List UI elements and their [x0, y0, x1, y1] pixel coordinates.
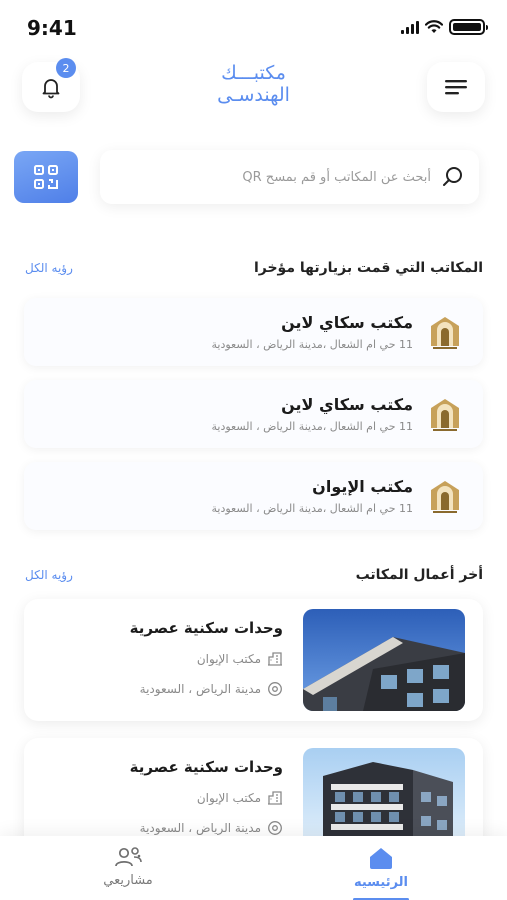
building-icon [268, 652, 282, 666]
project-location-row: مدينة الرياض ، السعودية [130, 681, 283, 697]
project-location: مدينة الرياض ، السعودية [139, 682, 261, 696]
recent-offices-header: المكاتب التي قمت بزيارتها مؤخرا رؤيه الك… [25, 256, 483, 280]
project-info: وحدات سكنية عصرية مكتب الإيوان مدينة الر… [130, 748, 283, 850]
users-icon [115, 847, 142, 867]
office-text: مكتب الإيوان 11 حي ام الشعال ،مدينة الري… [212, 477, 413, 515]
recent-offices-see-all-link[interactable]: رؤيه الكل [25, 261, 73, 275]
menu-button[interactable] [427, 62, 485, 112]
office-card[interactable]: مكتب سكاي لاين 11 حي ام الشعال ،مدينة ال… [24, 298, 483, 366]
menu-icon [445, 80, 467, 95]
qr-scan-icon [34, 165, 58, 189]
office-text: مكتب سكاي لاين 11 حي ام الشعال ،مدينة ال… [212, 395, 413, 433]
office-address: 11 حي ام الشعال ،مدينة الرياض ، السعودية [211, 338, 413, 351]
office-name: مكتب الإيوان [312, 477, 413, 496]
office-name: مكتب سكاي لاين [281, 313, 413, 332]
recent-offices-title: المكاتب التي قمت بزيارتها مؤخرا [253, 260, 483, 276]
project-info: وحدات سكنية عصرية مكتب الإيوان مدينة الر… [130, 609, 283, 711]
office-logo-icon [431, 317, 459, 349]
qr-scan-button[interactable] [14, 151, 78, 203]
office-address: 11 حي ام الشعال ،مدينة الرياض ، السعودية [211, 502, 413, 515]
office-card[interactable]: مكتب سكاي لاين 11 حي ام الشعال ،مدينة ال… [24, 380, 483, 448]
office-logo-icon [431, 481, 459, 513]
signal-icon [401, 20, 419, 34]
project-office: مكتب الإيوان [196, 791, 261, 805]
office-card[interactable]: مكتب الإيوان 11 حي ام الشعال ،مدينة الري… [24, 462, 483, 530]
status-time: 9:41 [27, 16, 77, 40]
location-icon [268, 682, 282, 696]
status-bar: 9:41 [0, 0, 507, 50]
nav-item-home[interactable]: الرئيسيه [350, 846, 412, 900]
nav-label-home: الرئيسيه [353, 875, 409, 890]
office-name: مكتب سكاي لاين [281, 395, 413, 414]
search-row: أبحث عن المكاتب أو قم بمسح QR [14, 150, 479, 204]
nav-label-projects: مشاريعي [103, 873, 153, 888]
battery-icon [449, 19, 488, 35]
location-icon [268, 821, 282, 835]
project-office: مكتب الإيوان [196, 652, 261, 666]
home-icon [370, 848, 392, 869]
building-icon [268, 791, 282, 805]
project-image [303, 609, 465, 711]
search-input[interactable]: أبحث عن المكاتب أو قم بمسح QR [100, 150, 479, 204]
wifi-icon [425, 20, 443, 33]
latest-works-see-all-link[interactable]: رؤيه الكل [25, 568, 73, 582]
project-title: وحدات سكنية عصرية [129, 619, 283, 637]
search-placeholder: أبحث عن المكاتب أو قم بمسح QR [242, 169, 431, 185]
bottom-nav: مشاريعي الرئيسيه [0, 836, 507, 900]
latest-works-header: أخر أعمال المكاتب رؤيه الكل [25, 563, 483, 587]
project-location: مدينة الرياض ، السعودية [139, 821, 261, 835]
office-text: مكتب سكاي لاين 11 حي ام الشعال ،مدينة ال… [212, 313, 413, 351]
nav-item-projects[interactable]: مشاريعي [90, 846, 166, 888]
project-location-row: مدينة الرياض ، السعودية [130, 820, 283, 836]
status-icons [401, 19, 488, 35]
project-card[interactable]: وحدات سكنية عصرية مكتب الإيوان مدينة الر… [24, 599, 483, 721]
project-office-row: مكتب الإيوان [130, 790, 283, 806]
search-icon [443, 167, 462, 186]
project-image [303, 748, 465, 850]
office-address: 11 حي ام الشعال ،مدينة الرياض ، السعودية [211, 420, 413, 433]
office-logo-icon [431, 399, 459, 431]
latest-works-title: أخر أعمال المكاتب [355, 567, 483, 583]
project-title: وحدات سكنية عصرية [129, 758, 283, 776]
project-office-row: مكتب الإيوان [130, 651, 283, 667]
